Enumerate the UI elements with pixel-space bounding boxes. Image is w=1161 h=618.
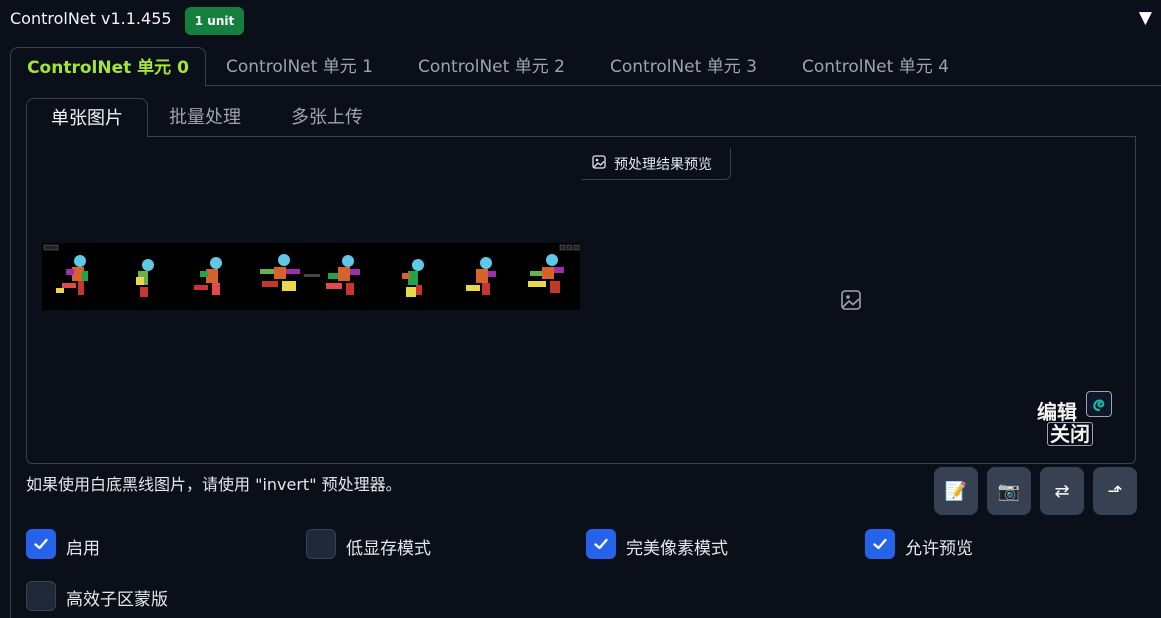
image-placeholder-icon [840,289,862,315]
tab-single-image[interactable]: 单张图片 [26,98,148,137]
preview-label-text: 预处理结果预览 [614,156,712,173]
tab-unit-4[interactable]: ControlNet 单元 4 [802,47,949,85]
send-dimensions-button[interactable]: ⬏ [1093,467,1137,515]
controlnet-panel: ControlNet v1.1.455 1 unit ▼ ControlNet … [0,0,1161,618]
tab-unit-2[interactable]: ControlNet 单元 2 [418,47,565,85]
edit-icon: 📝 [944,480,968,502]
webcam-button[interactable]: 📷 [987,467,1031,515]
collapse-toggle-icon[interactable]: ▼ [1139,8,1152,28]
low-vram-checkbox[interactable] [306,529,336,559]
tab-unit-0[interactable]: ControlNet 单元 0 [10,47,206,86]
edit-button[interactable]: 📝 [934,467,978,515]
efficient-mask-label: 高效子区蒙版 [66,590,168,610]
uploaded-sprite-image[interactable] [42,243,580,310]
watermark-edit: 编辑 [1037,400,1077,424]
check-icon [873,538,887,550]
preprocessor-preview-label: 预处理结果预览 [582,148,731,180]
tab-batch[interactable]: 批量处理 [169,98,241,136]
swap-icon: ⇄ [1054,480,1070,502]
tab-unit-1[interactable]: ControlNet 单元 1 [226,47,373,85]
image-icon [592,154,606,173]
check-icon [594,538,608,550]
allow-preview-checkbox[interactable] [865,529,895,559]
swirl-icon [1086,391,1112,417]
invert-hint-text: 如果使用白底黑线图片，请使用 "invert" 预处理器。 [26,475,402,494]
panel-title[interactable]: ControlNet v1.1.455 [10,9,172,28]
enable-checkbox[interactable] [26,529,56,559]
allow-preview-label: 允许预览 [905,539,973,559]
send-dimensions-icon: ⬏ [1107,480,1123,502]
swap-button[interactable]: ⇄ [1040,467,1084,515]
camera-icon: 📷 [997,480,1021,502]
efficient-mask-checkbox[interactable] [26,581,56,611]
tab-unit-3[interactable]: ControlNet 单元 3 [610,47,757,85]
watermark-close: 关闭 [1047,422,1093,446]
low-vram-label: 低显存模式 [346,539,431,559]
check-icon [34,538,48,550]
tab-multi-upload[interactable]: 多张上传 [291,98,363,136]
pixel-perfect-checkbox[interactable] [586,529,616,559]
pixel-perfect-label: 完美像素模式 [626,539,728,559]
enable-label: 启用 [66,539,100,559]
unit-count-badge: 1 unit [185,7,244,35]
